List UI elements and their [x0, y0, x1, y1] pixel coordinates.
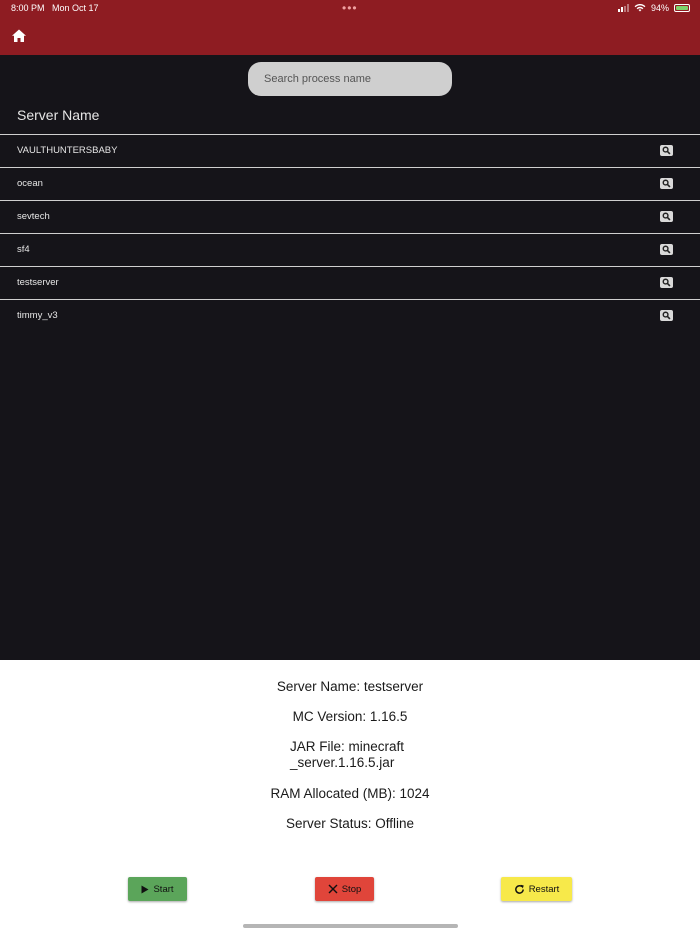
- server-row[interactable]: sevtech: [0, 200, 700, 233]
- home-indicator[interactable]: [243, 924, 458, 928]
- server-name: VAULTHUNTERSBABY: [17, 145, 118, 156]
- home-icon[interactable]: [11, 28, 27, 44]
- server-name: sf4: [17, 244, 30, 255]
- cellular-signal-icon: [617, 4, 629, 12]
- magnifier-icon[interactable]: [660, 244, 673, 255]
- restart-button[interactable]: Restart: [501, 877, 572, 901]
- detail-ram: RAM Allocated (MB): 1024: [270, 786, 430, 801]
- status-time: 8:00 PM: [11, 3, 45, 13]
- stop-label: Stop: [341, 883, 362, 895]
- play-icon: [141, 885, 149, 893]
- server-row[interactable]: ocean: [0, 167, 700, 200]
- detail-mc-version: MC Version: 1.16.5: [292, 709, 408, 724]
- status-date: Mon Oct 17: [52, 3, 99, 13]
- server-name: timmy_v3: [17, 310, 58, 321]
- battery-percent: 94%: [650, 3, 669, 13]
- detail-status: Server Status: Offline: [285, 816, 415, 831]
- server-name: ocean: [17, 178, 43, 189]
- status-bar: 8:00 PM Mon Oct 17 ••• 94%: [0, 0, 700, 18]
- server-row[interactable]: timmy_v3: [0, 299, 700, 332]
- close-icon: [328, 884, 338, 894]
- server-row[interactable]: sf4: [0, 233, 700, 266]
- detail-jar-line-1: JAR File: minecraft: [290, 739, 405, 754]
- status-indicators: 94%: [617, 3, 690, 13]
- detail-server-name: Server Name: testserver: [276, 679, 424, 694]
- magnifier-icon[interactable]: [660, 145, 673, 156]
- magnifier-icon[interactable]: [660, 277, 673, 288]
- detail-jar-file: JAR File: minecraft _server.1.16.5.jar: [290, 739, 450, 771]
- battery-icon: [674, 4, 690, 12]
- stop-button[interactable]: Stop: [315, 877, 374, 901]
- magnifier-icon[interactable]: [660, 211, 673, 222]
- server-list-panel: Server Name VAULTHUNTERSBABY ocean sevte…: [0, 55, 700, 660]
- detail-jar-line-2: _server.1.16.5.jar: [290, 755, 395, 770]
- magnifier-icon[interactable]: [660, 178, 673, 189]
- app-bar: [0, 18, 700, 55]
- start-button[interactable]: Start: [128, 877, 187, 901]
- column-header-server-name: Server Name: [17, 107, 100, 123]
- server-name: sevtech: [17, 211, 50, 222]
- magnifier-icon[interactable]: [660, 310, 673, 321]
- server-name: testserver: [17, 277, 59, 288]
- start-label: Start: [153, 883, 174, 895]
- wifi-icon: [634, 4, 646, 12]
- multitasking-dots-icon[interactable]: •••: [342, 1, 358, 15]
- server-list: VAULTHUNTERSBABY ocean sevtech sf4 tests…: [0, 134, 700, 332]
- server-row[interactable]: VAULTHUNTERSBABY: [0, 134, 700, 167]
- restart-label: Restart: [528, 883, 560, 895]
- search-input[interactable]: [248, 62, 452, 96]
- server-row[interactable]: testserver: [0, 266, 700, 299]
- refresh-icon: [514, 884, 524, 894]
